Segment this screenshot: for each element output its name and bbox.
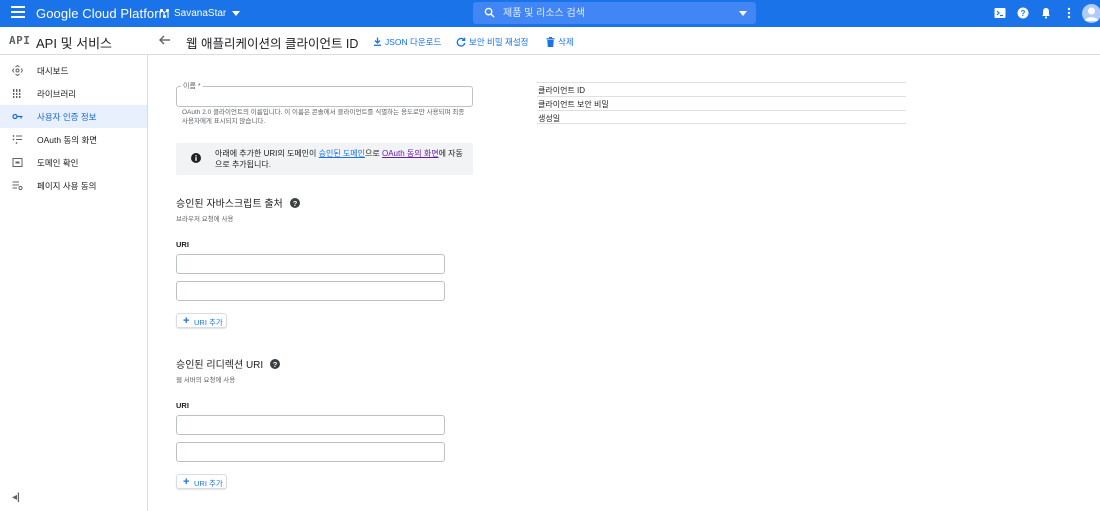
download-json-label: JSON 다운로드 — [385, 36, 442, 47]
created-date-row: 생성일 — [537, 110, 906, 124]
project-selector[interactable]: SavanaStar — [160, 5, 241, 22]
client-secret-row: 클라이언트 보안 비밀 — [537, 96, 906, 110]
project-icon — [160, 8, 170, 19]
add-uri-label: URI 추가 — [194, 479, 223, 488]
redirect-uris-uri-label: URI — [176, 401, 189, 410]
info-text-part: 으로 — [365, 149, 382, 158]
page-consent-icon — [12, 181, 23, 191]
redirect-uris-title-text: 승인된 리디렉션 URI — [176, 360, 264, 371]
client-id-row: 클라이언트 ID — [537, 82, 906, 96]
redirect-uri-field[interactable] — [176, 415, 445, 435]
svg-text:?: ? — [1021, 9, 1026, 18]
delete-button[interactable]: 삭제 — [546, 35, 574, 48]
trash-icon — [546, 36, 555, 47]
key-icon — [12, 113, 23, 120]
delete-label: 삭제 — [558, 36, 574, 47]
redirect-uri-input[interactable] — [183, 419, 439, 432]
help-icon[interactable]: ? — [289, 197, 300, 208]
sidebar-item-credentials[interactable]: 사용자 인증 정보 — [0, 105, 147, 128]
js-origin-uri-field[interactable] — [176, 281, 445, 301]
info-icon — [191, 153, 201, 163]
redirect-uri-input[interactable] — [183, 446, 439, 459]
collapse-sidebar-icon[interactable]: ◂| — [12, 492, 20, 503]
search-input[interactable] — [503, 5, 723, 21]
client-name-help: OAuth 2.0 클라이언트의 이름입니다. 이 이름은 콘솔에서 클라이언트… — [182, 109, 465, 125]
notifications-icon[interactable] — [1040, 7, 1052, 19]
search-bar[interactable] — [473, 2, 756, 24]
sidebar-item-oauth-consent[interactable]: OAuth 동의 화면 — [0, 128, 147, 151]
svg-text:?: ? — [292, 199, 297, 208]
redirect-uris-title: 승인된 리디렉션 URI ? — [176, 356, 281, 371]
js-origin-uri-field[interactable] — [176, 254, 445, 274]
client-name-label: 이름 * — [181, 81, 203, 91]
refresh-icon — [456, 37, 466, 47]
client-name-field[interactable] — [176, 86, 473, 107]
info-text: 아래에 추가한 URI의 도메인이 승인된 도메인으로 OAuth 동의 화면에… — [215, 148, 467, 170]
help-icon[interactable]: ? — [1017, 7, 1029, 19]
js-origins-title-text: 승인된 자바스크립트 출처 — [176, 199, 283, 210]
plus-icon: + — [183, 476, 190, 488]
back-arrow-icon[interactable] — [158, 33, 172, 47]
redirect-uris-subtitle: 웹 서버의 요청에 사용 — [176, 377, 236, 384]
add-uri-label: URI 추가 — [194, 318, 223, 327]
api-logo: API — [9, 34, 31, 47]
oauth-consent-link[interactable]: OAuth 동의 화면 — [382, 149, 439, 158]
sub-header: API API 및 서비스 웹 애플리케이션의 클라이언트 ID JSON 다운… — [0, 27, 1100, 55]
client-info-table: 클라이언트 ID 클라이언트 보안 비밀 생성일 — [537, 82, 906, 124]
consent-icon — [12, 135, 22, 144]
search-icon — [484, 7, 495, 18]
js-origin-uri-input[interactable] — [183, 258, 439, 271]
js-origins-title: 승인된 자바스크립트 출처 ? — [176, 195, 300, 210]
sidebar-item-label: 사용자 인증 정보 — [37, 112, 97, 122]
add-js-origin-uri-button[interactable]: + URI 추가 — [176, 313, 227, 328]
more-vert-icon[interactable] — [1063, 7, 1075, 19]
sidebar-item-label: OAuth 동의 화면 — [37, 135, 98, 145]
download-icon — [374, 37, 381, 46]
client-id-label: 클라이언트 ID — [538, 86, 586, 95]
menu-icon[interactable] — [11, 6, 25, 20]
person-icon — [1084, 7, 1099, 21]
domain-icon — [12, 158, 23, 167]
sidebar: 대시보드 라이브러리 사용자 인증 정보 OAuth 동의 화면 도메인 확인 … — [0, 55, 148, 511]
js-origins-subtitle: 브라우저 요청에 사용 — [176, 216, 234, 223]
chevron-down-icon — [232, 11, 241, 16]
sidebar-item-label: 도메인 확인 — [37, 158, 79, 168]
js-origins-uri-label: URI — [176, 240, 189, 249]
sidebar-item-page-consent[interactable]: 페이지 사용 동의 — [0, 174, 147, 197]
chevron-down-icon[interactable] — [739, 11, 747, 16]
sidebar-item-dashboard[interactable]: 대시보드 — [0, 59, 147, 82]
sidebar-item-library[interactable]: 라이브러리 — [0, 82, 147, 105]
brand-title[interactable]: Google Cloud Platform — [36, 6, 170, 21]
add-redirect-uri-button[interactable]: + URI 추가 — [176, 474, 227, 489]
sidebar-item-label: 라이브러리 — [37, 89, 77, 99]
sidebar-item-label: 대시보드 — [37, 66, 69, 76]
plus-icon: + — [183, 315, 190, 327]
info-banner: 아래에 추가한 URI의 도메인이 승인된 도메인으로 OAuth 동의 화면에… — [176, 143, 473, 175]
client-secret-label: 클라이언트 보안 비밀 — [538, 100, 609, 109]
reset-secret-button[interactable]: 보안 비밀 재설정 — [456, 35, 528, 48]
info-text-part: 아래에 추가한 URI의 도메인이 — [215, 149, 319, 158]
help-icon[interactable]: ? — [270, 358, 281, 369]
client-name-input[interactable] — [183, 90, 463, 104]
top-app-bar: Google Cloud Platform SavanaStar ? — [0, 0, 1100, 27]
redirect-uri-field[interactable] — [176, 442, 445, 462]
dashboard-icon — [12, 65, 23, 76]
sidebar-item-label: 페이지 사용 동의 — [37, 181, 97, 191]
download-json-button[interactable]: JSON 다운로드 — [373, 35, 441, 48]
library-icon — [12, 89, 22, 98]
section-title: API 및 서비스 — [36, 36, 113, 51]
account-avatar[interactable] — [1082, 4, 1100, 23]
page-title: 웹 애플리케이션의 클라이언트 ID — [186, 37, 359, 51]
sidebar-item-domain-verification[interactable]: 도메인 확인 — [0, 151, 147, 174]
svg-text:?: ? — [273, 360, 278, 369]
cloud-shell-icon[interactable] — [994, 7, 1006, 19]
authorized-domains-link[interactable]: 승인된 도메인 — [319, 149, 365, 158]
created-date-label: 생성일 — [538, 114, 561, 123]
js-origin-uri-input[interactable] — [183, 285, 439, 298]
project-name: SavanaStar — [174, 8, 227, 19]
reset-secret-label: 보안 비밀 재설정 — [469, 36, 529, 47]
